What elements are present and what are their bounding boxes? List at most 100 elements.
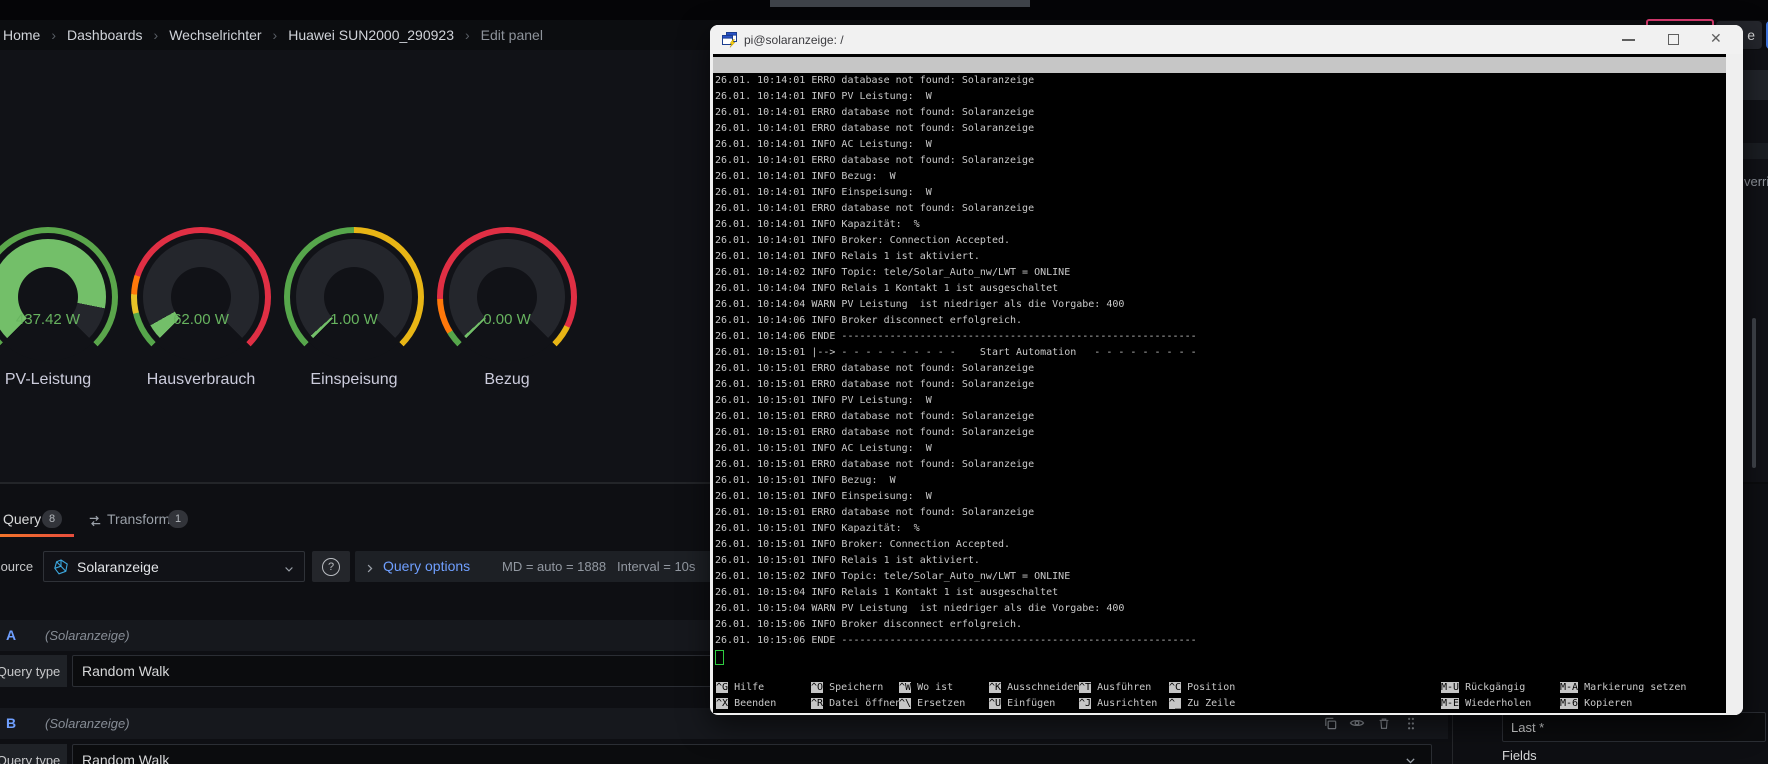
minimize-icon[interactable] — [1622, 39, 1635, 41]
drag-handle-icon[interactable] — [1403, 715, 1419, 731]
query-row-b-datasource: (Solaranzeige) — [45, 716, 130, 731]
gauge-label-bezug: Bezug — [422, 371, 592, 389]
breadcrumb-item-dashboard-name[interactable]: Huawei SUN2000_290923 — [288, 27, 454, 43]
gauge-label-einspeisung: Einspeisung — [269, 371, 439, 389]
nano-shortcut-label: Rückgängig — [1459, 682, 1525, 693]
datasource-help-button[interactable]: ? — [312, 551, 350, 582]
nano-shortcut-label: Kopieren — [1578, 698, 1632, 709]
delete-query-trash-icon[interactable] — [1376, 715, 1392, 731]
terminal-log-line: 26.01. 10:15:06 INFO Broker disconnect e… — [715, 617, 1726, 633]
nano-shortcut: M-A Markierung setzen — [1560, 680, 1686, 696]
query-options-label: Query options — [383, 558, 470, 574]
nano-shortcut-key: ^R — [811, 698, 823, 709]
terminal-log-line: 26.01. 10:14:01 ERRO database not found:… — [715, 73, 1726, 89]
terminal-log-line: 26.01. 10:15:01 |--> - - - - - - - - - -… — [715, 345, 1726, 361]
gauge-bezug: 0.00 W — [437, 227, 577, 367]
terminal-log-line: 26.01. 10:14:01 ERRO database not found:… — [715, 153, 1726, 169]
nano-shortcut-key: ^J — [1079, 698, 1091, 709]
background-window-edge — [770, 0, 1030, 7]
nano-shortcut-label: Zu Zeile — [1181, 698, 1235, 709]
terminal-log-line: 26.01. 10:14:01 INFO Broker: Connection … — [715, 233, 1726, 249]
breadcrumb-item-wechselrichter[interactable]: Wechselrichter — [169, 27, 261, 43]
nano-shortcut-label: Ausschneiden — [1001, 682, 1079, 693]
nano-shortcut-label: Beenden — [728, 698, 776, 709]
gauge-label-hausverbrauch: Hausverbrauch — [116, 371, 286, 389]
gauge-value: 62.00 W — [131, 311, 271, 328]
gauge-pv-leistung: 437.42 W — [0, 227, 118, 367]
terminal-log-line: 26.01. 10:14:01 ERRO database not found:… — [715, 121, 1726, 137]
gauge-value-arc — [449, 239, 565, 355]
nano-shortcut: ^U Einfügen — [989, 696, 1055, 712]
nano-shortcut: M-6 Kopieren — [1560, 696, 1632, 712]
breadcrumb-separator-icon: › — [154, 27, 159, 43]
terminal-log-line: 26.01. 10:14:02 INFO Topic: tele/Solar_A… — [715, 265, 1726, 281]
query-options-interval: Interval = 10s — [617, 559, 695, 574]
gauge-value-arc — [296, 239, 412, 355]
terminal-log-line: 26.01. 10:15:04 INFO Relais 1 Kontakt 1 … — [715, 585, 1726, 601]
gauge-hausverbrauch: 62.00 W — [131, 227, 271, 367]
terminal-title-bar[interactable]: pi@solaranzeige: / ✕ — [710, 25, 1743, 54]
terminal-log-line: 26.01. 10:15:01 INFO Bezug: W — [715, 473, 1726, 489]
options-panel-scrollbar[interactable] — [1752, 318, 1756, 468]
nano-shortcut-key: ^K — [989, 682, 1001, 693]
terminal-log-line: 26.01. 10:15:01 ERRO database not found:… — [715, 361, 1726, 377]
nano-shortcut: ^T Ausführen — [1079, 680, 1151, 696]
tab-transform[interactable]: Transform — [107, 511, 170, 527]
hide-query-eye-icon[interactable] — [1349, 715, 1365, 731]
chevron-right-icon — [364, 561, 375, 579]
gauge-value-arc — [143, 239, 259, 355]
breadcrumb-separator-icon: › — [465, 27, 470, 43]
terminal-log-line: 26.01. 10:15:01 ERRO database not found:… — [715, 457, 1726, 473]
nano-shortcut: ^G Hilfe — [716, 680, 764, 696]
nano-shortcut: ^K Ausschneiden — [989, 680, 1079, 696]
query-options-md: MD = auto = 1888 — [502, 559, 606, 574]
terminal-log-line: 26.01. 10:15:01 ERRO database not found:… — [715, 377, 1726, 393]
nano-shortcut-label: Hilfe — [728, 682, 764, 693]
nano-shortcut-row: ^X Beenden^R Datei öffnen^\ Ersetzen^U E… — [713, 696, 1726, 712]
nano-shortcut-key: ^O — [811, 682, 823, 693]
help-icon: ? — [322, 558, 340, 576]
terminal-log-line: 26.01. 10:15:01 ERRO database not found:… — [715, 425, 1726, 441]
duplicate-query-icon[interactable] — [1322, 715, 1338, 731]
nano-shortcut-key: ^W — [899, 682, 911, 693]
breadcrumb-item-home[interactable]: Home — [3, 27, 40, 43]
nano-shortcut-label: Ausrichten — [1091, 698, 1157, 709]
nano-shortcut: ^O Speichern — [811, 680, 883, 696]
close-icon[interactable]: ✕ — [1710, 31, 1722, 47]
query-ref-b: B — [6, 715, 16, 731]
datasource-select[interactable]: Solaranzeige — [43, 551, 305, 582]
nano-shortcut-key: ^_ — [1169, 698, 1181, 709]
terminal-log-line: 26.01. 10:14:01 INFO Einspeisung: W — [715, 185, 1726, 201]
gauge-label-pv-leistung: PV-Leistung — [0, 371, 133, 389]
nano-shortcut-key: ^\ — [899, 698, 911, 709]
terminal-log-line: 26.01. 10:14:01 INFO Bezug: W — [715, 169, 1726, 185]
tab-query[interactable]: Query — [3, 511, 41, 527]
terminal-log-line: 26.01. 10:15:01 ERRO database not found:… — [715, 505, 1726, 521]
breadcrumb-item-dashboards[interactable]: Dashboards — [67, 27, 143, 43]
active-tab-underline — [0, 534, 74, 537]
query-type-label-a: Query type — [0, 655, 67, 687]
nano-shortcut: ^\ Ersetzen — [899, 696, 965, 712]
maximize-icon[interactable] — [1668, 34, 1679, 45]
terminal-scrollbar[interactable] — [1726, 54, 1743, 715]
terminal-log-line: 26.01. 10:14:01 INFO AC Leistung: W — [715, 137, 1726, 153]
query-row-a-datasource: (Solaranzeige) — [45, 628, 130, 643]
nano-shortcut-key: M-6 — [1560, 698, 1578, 709]
terminal-log-line: 26.01. 10:14:06 INFO Broker disconnect e… — [715, 313, 1726, 329]
terminal-content: GNU nano 5.4 /var/www/log/automation.log… — [713, 54, 1726, 713]
nano-shortcut-label: Einfügen — [1001, 698, 1055, 709]
gauge-value: 1.00 W — [284, 311, 424, 328]
nano-shortcut-label: Datei öffnen — [823, 698, 901, 709]
options-panel-row — [1743, 70, 1768, 100]
nano-shortcut: M-E Wiederholen — [1441, 696, 1531, 712]
query-type-select-b[interactable]: Random Walk — [72, 744, 1432, 764]
calculate-select[interactable]: Last * — [1502, 712, 1766, 742]
chevron-down-icon — [1404, 754, 1417, 764]
nano-shortcut-label: Ersetzen — [911, 698, 965, 709]
nano-shortcut-key: M-A — [1560, 682, 1578, 693]
query-type-label-b: Query type — [0, 744, 67, 764]
nano-shortcut: ^J Ausrichten — [1079, 696, 1157, 712]
terminal-log-line: 26.01. 10:15:04 WARN PV Leistung ist nie… — [715, 601, 1726, 617]
terminal-log-line: 26.01. 10:15:01 INFO Relais 1 ist aktivi… — [715, 553, 1726, 569]
query-ref-a: A — [6, 627, 16, 643]
